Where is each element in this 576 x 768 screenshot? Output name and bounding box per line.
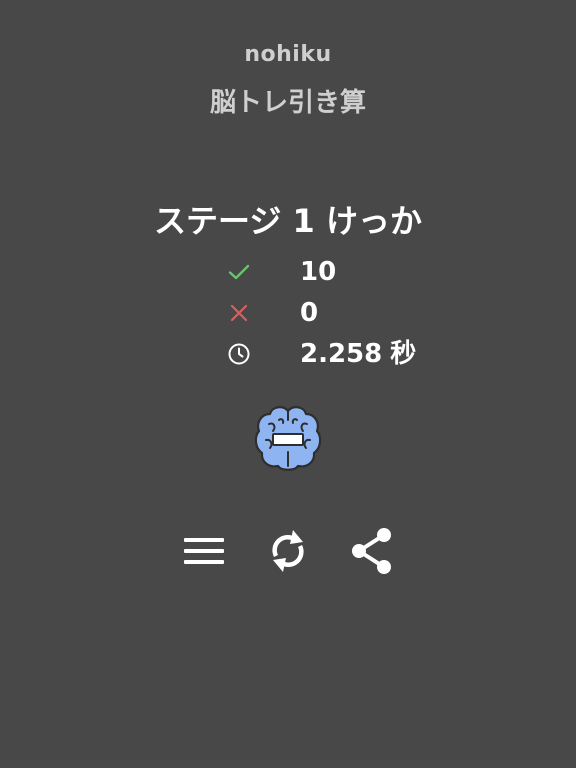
result-screen: nohiku 脳トレ引き算 ステージ 1 けっか 10 0 2.258 秒 — [0, 0, 576, 768]
wrong-count: 0 — [300, 298, 319, 328]
retry-icon — [272, 530, 304, 572]
elapsed-time-value: 2.258 — [300, 339, 383, 369]
app-name: nohiku — [244, 42, 332, 67]
app-subtitle: 脳トレ引き算 — [209, 88, 366, 118]
menu-button[interactable] — [179, 526, 229, 576]
result-title: ステージ 1 けっか — [154, 202, 422, 240]
stat-time-row: 2.258 秒 — [0, 336, 576, 372]
share-button[interactable] — [347, 526, 397, 576]
retry-button[interactable] — [263, 526, 313, 576]
clock-icon — [222, 336, 256, 372]
menu-icon — [184, 538, 224, 564]
stat-wrong-row: 0 — [0, 295, 576, 331]
stat-correct-row: 10 — [0, 254, 576, 290]
brain-minus-icon — [252, 404, 324, 472]
share-icon — [352, 528, 391, 574]
correct-count: 10 — [300, 257, 337, 287]
elapsed-time: 2.258 秒 — [300, 336, 416, 372]
check-icon — [222, 254, 256, 290]
cross-icon — [222, 295, 256, 331]
elapsed-time-unit: 秒 — [390, 339, 417, 369]
